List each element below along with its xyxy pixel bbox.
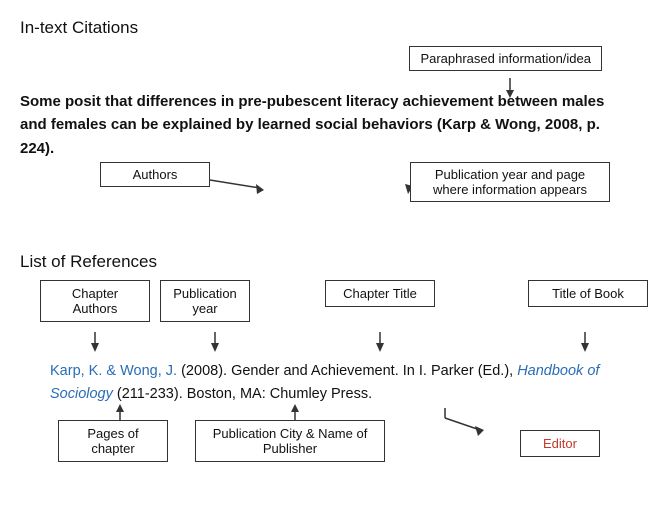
pub-year-page-annotation-box: Publication year and page where informat… (410, 162, 610, 202)
pub-city-publisher-box: Publication City & Name of Publisher (195, 420, 385, 462)
references-section-title: List of References (20, 252, 630, 272)
ref-editor-intro: In I. Parker (Ed.), (403, 363, 517, 379)
title-of-book-box: Title of Book (528, 280, 648, 307)
pages-of-chapter-box: Pages of chapter (58, 420, 168, 462)
pub-year-box: Publication year (160, 280, 250, 322)
ref-pages: (211-233). (113, 386, 187, 402)
reference-citation: Karp, K. & Wong, J. (2008). Gender and A… (20, 360, 630, 406)
ref-chapter-title: Gender and Achievement. (231, 363, 403, 379)
chapter-authors-box: Chapter Authors (40, 280, 150, 322)
editor-box: Editor (520, 430, 600, 457)
intext-section-title: In-text Citations (20, 18, 630, 38)
intext-citations-section: In-text Citations Paraphrased informatio… (20, 18, 630, 234)
ref-year: (2008). (177, 363, 231, 379)
intext-paragraph: Some posit that differences in pre-pubes… (20, 90, 630, 160)
ref-publisher: Boston, MA: Chumley Press. (187, 386, 372, 402)
ref-authors: Karp, K. & Wong, J. (50, 363, 177, 379)
references-section: List of References Chapter Authors Publi… (20, 252, 630, 486)
authors-annotation-box: Authors (100, 162, 210, 187)
chapter-title-box: Chapter Title (325, 280, 435, 307)
paraphrase-annotation-box: Paraphrased information/idea (409, 46, 602, 71)
